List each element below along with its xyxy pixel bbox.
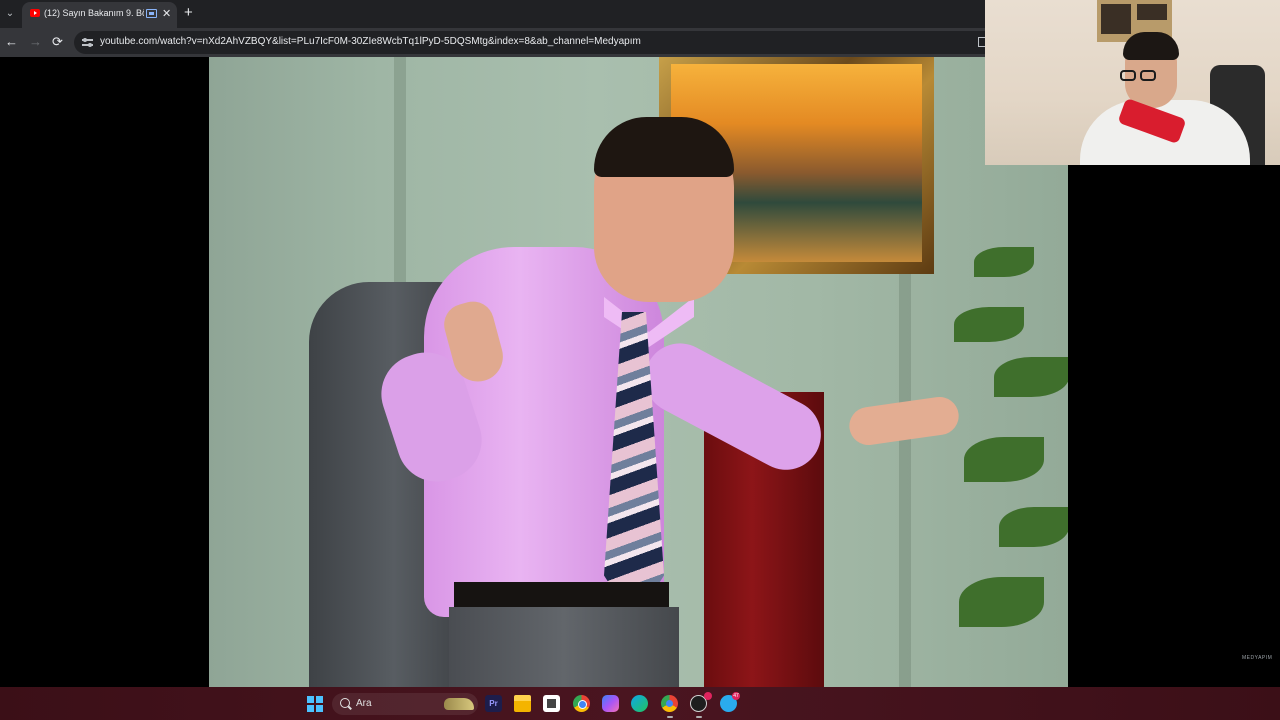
plant-leaf — [964, 437, 1044, 482]
address-bar[interactable]: youtube.com/watch?v=nXd2AhVZBQY&list=PLu… — [74, 31, 985, 54]
taskbar-search-box[interactable]: Ara — [332, 693, 478, 715]
webcam-overlay — [985, 0, 1280, 165]
person-belt — [454, 582, 669, 610]
plant-leaf — [994, 357, 1068, 397]
plant-leaf — [999, 507, 1068, 547]
browser-tab-strip: ⌄ (12) Sayın Bakanım 9. Bölüm ✕ + — [0, 0, 985, 28]
windows-taskbar: Ara Pr 47 — [0, 687, 1280, 720]
plant-leaf — [959, 577, 1044, 627]
tab-close-icon[interactable]: ✕ — [162, 7, 171, 20]
bookshelf-books — [1101, 4, 1131, 34]
site-info-icon[interactable] — [82, 37, 93, 47]
chrome-icon[interactable] — [573, 695, 590, 712]
video-frame[interactable] — [209, 57, 1068, 687]
windows-start-icon[interactable] — [307, 696, 323, 712]
streamer-hair — [1123, 32, 1179, 60]
file-explorer-icon[interactable] — [514, 695, 531, 712]
streamer-glasses — [1120, 70, 1162, 82]
url-text[interactable]: youtube.com/watch?v=nXd2AhVZBQY&list=PLu… — [100, 36, 641, 47]
new-tab-button[interactable]: + — [184, 5, 193, 21]
running-indicator — [696, 716, 702, 718]
search-placeholder: Ara — [356, 698, 372, 709]
youtube-favicon-icon — [30, 9, 40, 17]
copilot-icon[interactable] — [602, 695, 619, 712]
bookshelf-books — [1137, 4, 1167, 20]
search-highlight-icon — [444, 698, 474, 710]
obs-recording-badge — [704, 692, 712, 700]
plant-leaf — [974, 247, 1034, 277]
tab-search-chevron-icon[interactable]: ⌄ — [2, 6, 18, 22]
app-icon[interactable] — [543, 695, 560, 712]
channel-watermark: MEDYAPIM — [1242, 655, 1273, 661]
telegram-badge: 47 — [732, 692, 740, 700]
back-button[interactable]: ← — [5, 34, 18, 50]
search-icon — [340, 698, 350, 708]
browser-toolbar: ← → ⟳ youtube.com/watch?v=nXd2AhVZBQY&li… — [0, 28, 985, 57]
person-right-hand — [846, 394, 962, 448]
forward-button[interactable]: → — [29, 34, 42, 50]
reload-button[interactable]: ⟳ — [52, 34, 63, 50]
premiere-pro-icon[interactable]: Pr — [485, 695, 502, 712]
tab-title: (12) Sayın Bakanım 9. Bölüm — [44, 8, 144, 18]
browser-tab-active[interactable]: (12) Sayın Bakanım 9. Bölüm ✕ — [22, 2, 177, 28]
running-indicator — [667, 716, 673, 718]
plant — [954, 247, 1068, 687]
media-playing-icon[interactable] — [146, 9, 157, 18]
edge-icon[interactable] — [631, 695, 648, 712]
chrome-profile-icon[interactable] — [661, 695, 678, 712]
person-pants — [449, 607, 679, 687]
side-panel-icon[interactable] — [978, 37, 985, 47]
plant-leaf — [954, 307, 1024, 342]
